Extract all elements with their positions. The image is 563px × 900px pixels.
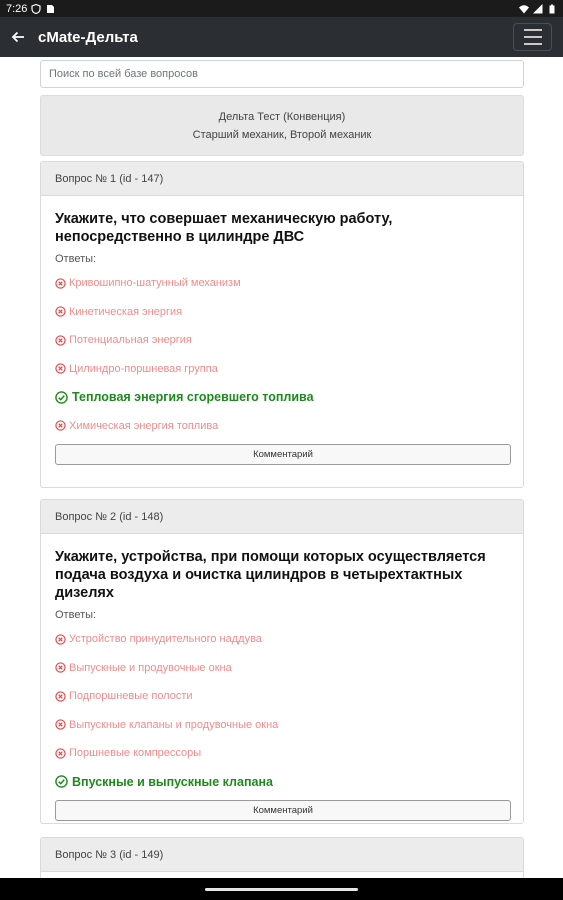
answer-text: Тепловая энергия сгоревшего топлива	[72, 390, 314, 405]
x-circle-icon	[55, 335, 66, 346]
answer-item-wrong: Цилиндро-поршневая группа	[41, 355, 523, 384]
x-circle-icon	[55, 719, 66, 730]
test-title: Дельта Тест (Конвенция)	[218, 111, 346, 123]
answer-item-correct: Впускные и выпускные клапана	[41, 768, 523, 797]
x-circle-icon	[55, 662, 66, 673]
check-circle-icon	[55, 390, 68, 404]
test-positions: Старший механик, Второй механик	[192, 129, 372, 141]
answer-text: Поршневые компрессоры	[69, 747, 202, 760]
answer-text: Кривошипно-шатунный механизм	[69, 277, 241, 290]
answers-label: Ответы:	[55, 609, 97, 621]
menu-icon-line	[523, 43, 542, 45]
question-header: Вопрос № 2 (id - 148)	[41, 500, 523, 534]
answer-item-wrong: Устройство принудительного наддува	[41, 625, 523, 654]
answer-item-wrong: Поршневые компрессоры	[41, 739, 523, 768]
answer-item-wrong: Потенциальная энергия	[41, 326, 523, 355]
answers-list: Устройство принудительного наддува Выпуск…	[41, 625, 523, 796]
question-header: Вопрос № 3 (id - 149)	[41, 838, 523, 872]
search-input[interactable]	[40, 60, 524, 88]
question-text: Укажите, устройства, при помощи которых …	[55, 549, 486, 601]
answer-item-wrong: Выпускные и продувочные окна	[41, 654, 523, 683]
answer-text: Устройство принудительного наддува	[69, 633, 262, 646]
answers-label: Ответы:	[55, 253, 97, 265]
answer-item-wrong: Кинетическая энергия	[41, 298, 523, 327]
answer-text: Выпускные и продувочные окна	[69, 661, 232, 674]
answer-text: Химическая энергия топлива	[69, 419, 219, 432]
system-nav-bar	[0, 878, 563, 900]
check-circle-icon	[55, 775, 68, 789]
answer-text: Подпоршневые полости	[69, 690, 193, 703]
status-time: 7:26	[6, 2, 28, 15]
question-card-1: Вопрос № 1 (id - 147) Укажите, что совер…	[40, 161, 524, 488]
x-circle-icon	[55, 306, 66, 317]
answers-list: Кривошипно-шатунный механизм Кинетическая…	[41, 269, 523, 440]
x-circle-icon	[55, 278, 66, 289]
home-gesture-handle[interactable]	[205, 888, 358, 891]
answer-text: Потенциальная энергия	[69, 334, 192, 347]
status-bar: 7:26	[0, 0, 563, 17]
question-header: Вопрос № 1 (id - 147)	[41, 162, 523, 196]
x-circle-icon	[55, 420, 66, 431]
answer-text: Цилиндро-поршневая группа	[69, 362, 218, 375]
app-title: cMate-Дельта	[38, 28, 138, 46]
menu-icon-line	[523, 29, 542, 31]
comment-button[interactable]: Комментарий	[55, 800, 511, 821]
answer-item-wrong: Химическая энергия топлива	[41, 412, 523, 441]
question-card-3: Вопрос № 3 (id - 149)	[40, 837, 524, 878]
answer-item-wrong: Кривошипно-шатунный механизм	[41, 269, 523, 298]
wifi-icon	[519, 4, 529, 13]
answer-item-wrong: Выпускные клапаны и продувочные окна	[41, 711, 523, 740]
x-circle-icon	[55, 363, 66, 374]
menu-icon-line	[523, 36, 542, 38]
x-circle-icon	[55, 691, 66, 702]
answer-item-correct: Тепловая энергия сгоревшего топлива	[41, 383, 523, 412]
x-circle-icon	[55, 634, 66, 645]
x-circle-icon	[55, 748, 66, 759]
question-text: Укажите, что совершает механическую рабо…	[55, 211, 393, 245]
answer-text: Кинетическая энергия	[69, 305, 183, 318]
signal-icon	[533, 3, 543, 13]
app-bar: cMate-Дельта	[0, 17, 563, 57]
shield-icon	[31, 3, 42, 14]
answer-text: Выпускные клапаны и продувочные окна	[69, 718, 279, 731]
back-button[interactable]	[0, 17, 36, 57]
content-area[interactable]: Дельта Тест (Конвенция) Старший механик,…	[0, 57, 563, 878]
question-card-2: Вопрос № 2 (id - 148) Укажите, устройств…	[40, 499, 524, 824]
answer-text: Впускные и выпускные клапана	[72, 774, 273, 789]
menu-button[interactable]	[513, 23, 552, 51]
arrow-back-icon	[11, 31, 24, 43]
comment-button[interactable]: Комментарий	[55, 444, 511, 465]
sim-icon	[47, 4, 55, 13]
answer-item-wrong: Подпоршневые полости	[41, 682, 523, 711]
test-info-panel: Дельта Тест (Конвенция) Старший механик,…	[40, 95, 524, 156]
battery-icon	[549, 4, 555, 13]
